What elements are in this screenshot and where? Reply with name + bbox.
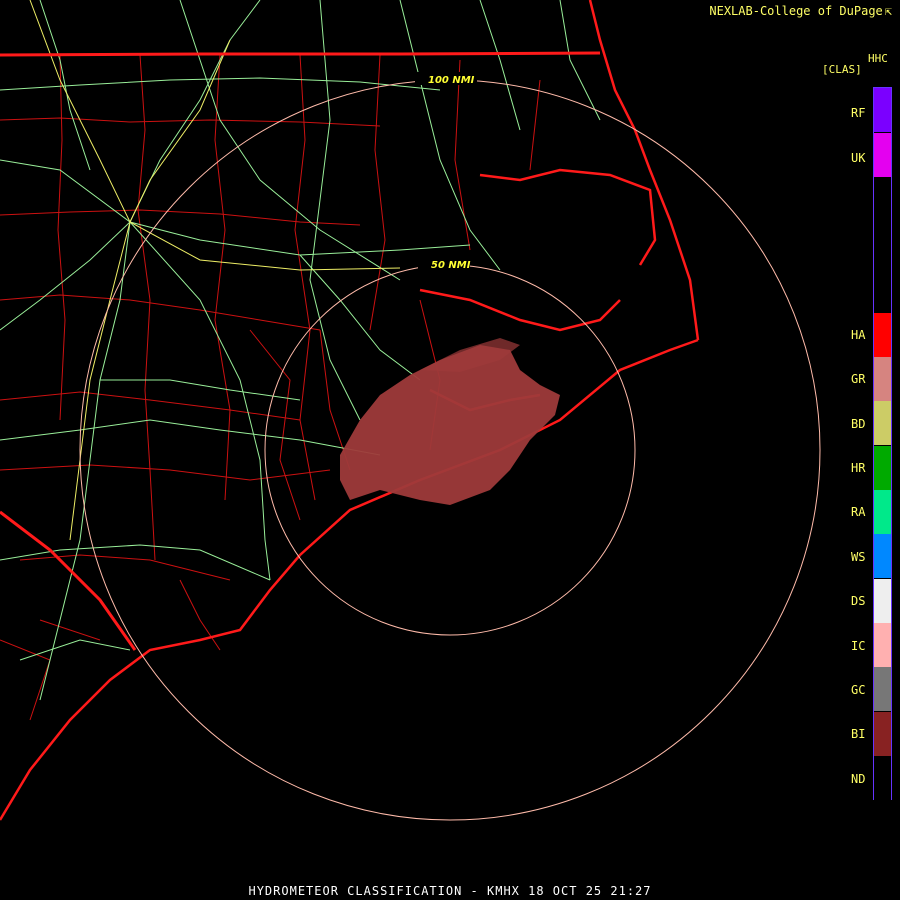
radar-echo (340, 338, 560, 505)
legend-swatch-uk (874, 133, 891, 177)
legend-swatch-gc (874, 667, 891, 711)
range-ring-50-label: 50 NMI (431, 260, 471, 271)
legend-swatch-rf (874, 88, 891, 132)
credit-text: NEXLAB-College of DuPage ⇱ (709, 4, 892, 18)
legend-label-rf: RF (851, 106, 866, 120)
legend-swatch-ic (874, 623, 891, 667)
range-ring-100-label: 100 NMI (428, 75, 475, 86)
legend-swatch-nd (874, 756, 891, 800)
legend-swatch-ds (874, 579, 891, 623)
legend-swatch-ha (874, 313, 891, 357)
product-footer: HYDROMETEOR CLASSIFICATION - KMHX 18 OCT… (248, 884, 652, 898)
radar-map: 50 NMI 100 NMI (0, 0, 821, 821)
legend-swatch-bd (874, 401, 891, 445)
legend-label-ra: RA (851, 505, 866, 519)
legend-label-bd: BD (851, 417, 866, 431)
legend-label-bi: BI (851, 727, 866, 741)
legend-label-ds: DS (851, 594, 866, 608)
legend-swatch-gr (874, 357, 891, 401)
legend-color-bar (873, 87, 892, 800)
legend-label-ws: WS (851, 550, 866, 564)
legend-label-gc: GC (851, 683, 866, 697)
cursor-arrow-icon: ⇱ (884, 4, 892, 18)
legend-swatch-ws (874, 534, 891, 578)
legend-product: [CLAS] (822, 63, 862, 76)
credit-label: NEXLAB-College of DuPage (709, 4, 883, 18)
legend-label-ic: IC (851, 639, 866, 653)
legend-label-hr: HR (851, 461, 866, 475)
legend-swatch-ra (874, 490, 891, 534)
legend-swatch-hr (874, 446, 891, 490)
legend-label-ha: HA (851, 328, 866, 342)
legend-label-uk: UK (851, 151, 866, 165)
legend-swatch-bi (874, 712, 891, 756)
coastline (0, 0, 700, 821)
legend-label-nd: ND (851, 772, 866, 786)
legend-label-gr: GR (851, 372, 866, 386)
legend-title: HHC (868, 52, 888, 65)
